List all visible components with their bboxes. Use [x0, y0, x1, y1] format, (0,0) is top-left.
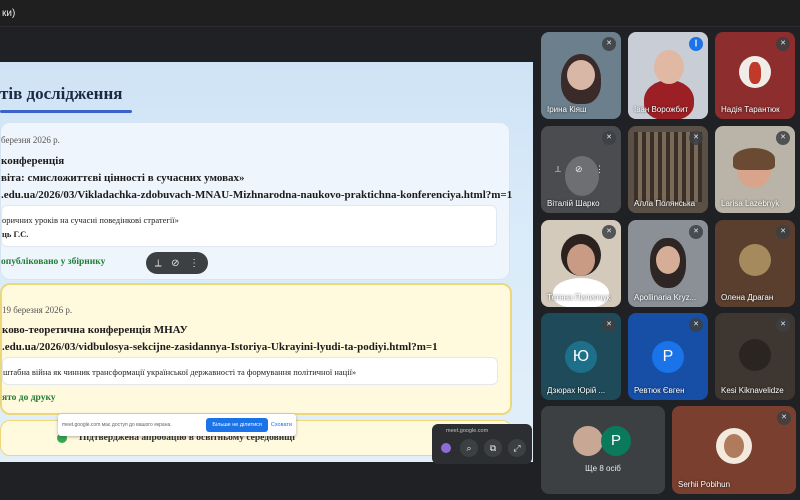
card-url-link[interactable]: .edu.ua/2026/03/Vikladachka-zdobuvach-MN…	[1, 189, 512, 201]
pip-label: meet.google.com	[446, 428, 489, 434]
card-status: опубліковано у збірнику	[1, 257, 106, 267]
unpin-icon[interactable]: ⟂	[155, 258, 162, 269]
participant-name: Kesi Kiknavelidze	[721, 386, 784, 395]
participant-hair	[733, 148, 775, 170]
card-status: ято до друку	[2, 393, 56, 403]
avatar: Р	[652, 341, 684, 373]
avatar	[573, 426, 603, 456]
participant-face	[656, 246, 680, 274]
pin-icon[interactable]: ⟂	[555, 164, 561, 175]
mic-off-icon: ✕	[776, 131, 790, 145]
mic-off-icon: ✕	[777, 411, 791, 425]
participant-tile[interactable]: ✕ Kesi Kiknavelidze	[715, 313, 795, 400]
participant-video	[565, 156, 599, 196]
hide-button[interactable]: Сховати	[271, 422, 292, 428]
mic-off-icon: ✕	[602, 225, 616, 239]
mic-off-icon: ✕	[689, 131, 703, 145]
participant-name: Ревтюк Євген	[634, 386, 685, 395]
tile-controls: ⟂ ⊘ ⋮	[146, 252, 208, 274]
share-message: meet.google.com має доступ до вашого екр…	[62, 422, 172, 428]
card-type: ково-теоретична конференція МНАУ	[2, 324, 188, 336]
divider	[0, 26, 800, 27]
more-options-icon[interactable]: ⋮	[595, 164, 604, 175]
avatar	[739, 244, 771, 276]
participant-name: Іван Ворожбит	[634, 105, 689, 114]
participant-tile[interactable]: ✕ Надія Тарантюк	[715, 32, 795, 119]
avatar: Р	[601, 426, 631, 456]
card-date: березня 2026 р.	[1, 135, 60, 145]
participant-tile[interactable]: ✕ ⟂ ⊘ ⋮ Віталій Шарко	[541, 126, 621, 213]
participant-tile[interactable]: ✕ Олена Драган	[715, 220, 795, 307]
participant-tile[interactable]: ∥ Іван Ворожбит	[628, 32, 708, 119]
open-external-icon[interactable]: ⧉	[484, 439, 502, 457]
mute-icon[interactable]: ⊘	[171, 258, 179, 269]
card-date: 19 березня 2026 р.	[2, 305, 73, 315]
card-theme: віта: смисложиттєві цінності в сучасних …	[1, 172, 245, 184]
participant-name: Ірина Кіяш	[547, 105, 587, 114]
participant-name: Олена Драган	[721, 293, 774, 302]
participant-face	[567, 60, 595, 90]
mic-off-icon: ✕	[776, 225, 790, 239]
mic-off-icon: ✕	[602, 131, 616, 145]
title-underline	[0, 110, 132, 113]
card-type: конференція	[1, 155, 65, 167]
participant-tile[interactable]: ✕ Serhii Pobihun	[672, 406, 796, 494]
mic-off-icon: ✕	[776, 37, 790, 51]
window-title-bar: ки)	[0, 0, 800, 26]
participant-tile[interactable]: ✕ Алла Полянська	[628, 126, 708, 213]
participant-name: Larisa Lazebnyk	[721, 199, 780, 208]
participant-tile[interactable]: Ю ✕ Дзюрах Юрій ...	[541, 313, 621, 400]
participant-tile[interactable]: ✕ Ірина Кіяш	[541, 32, 621, 119]
participant-name: Дзюрах Юрій ...	[547, 386, 606, 395]
conference-card: 19 березня 2026 р. ково-теоретична конфе…	[0, 283, 512, 415]
participant-name: Віталій Шарко	[547, 199, 600, 208]
speaking-icon: ∥	[689, 37, 703, 51]
mic-off-icon: ✕	[689, 225, 703, 239]
paper-box: оричних уроків на сучасні поведінкові ст…	[1, 205, 497, 247]
mic-off-icon: ✕	[776, 318, 790, 332]
participant-face	[567, 244, 595, 276]
conference-card: березня 2026 р. конференція віта: смисло…	[0, 122, 512, 280]
paper-title: штабна війна як чинник трансформації укр…	[3, 367, 357, 377]
participant-name: Apollinaria Kryz...	[634, 293, 697, 302]
participant-name: Тетяна Пилипчук	[547, 293, 611, 302]
avatar: Ю	[565, 341, 597, 373]
participant-tile[interactable]: ✕ Apollinaria Kryz...	[628, 220, 708, 307]
more-participants-label: Ще 8 осіб	[585, 464, 621, 473]
participant-tile[interactable]: Р ✕ Ревтюк Євген	[628, 313, 708, 400]
paper-title: оричних уроків на сучасні поведінкові ст…	[2, 215, 179, 225]
mic-off-icon: ✕	[689, 318, 703, 332]
stop-sharing-button[interactable]: Більше не ділитися	[206, 418, 268, 432]
avatar-figure	[749, 62, 761, 84]
mic-off-icon: ✕	[602, 37, 616, 51]
window-title: ки)	[2, 8, 16, 19]
section-title: тів дослідження	[0, 84, 123, 103]
screen-share-notification: meet.google.com має доступ до вашого екр…	[58, 414, 296, 436]
mic-off-icon: ✕	[602, 318, 616, 332]
shared-screen: тів дослідження березня 2026 р. конферен…	[0, 62, 533, 462]
more-options-icon[interactable]: ⋮	[189, 258, 199, 269]
paper-box: штабна війна як чинник трансформації укр…	[2, 357, 498, 385]
card-url-link[interactable]: .edu.ua/2026/03/vidbulosya-sekcijne-zasi…	[2, 341, 438, 353]
paper-authors: ць Г.С.	[2, 229, 29, 239]
participant-name: Serhii Pobihun	[678, 480, 731, 489]
expand-icon[interactable]: ⤢	[508, 439, 526, 457]
participant-name: Алла Полянська	[634, 199, 696, 208]
participant-name: Надія Тарантюк	[721, 105, 780, 114]
more-participants-tile[interactable]: Р Ще 8 осіб	[541, 406, 665, 494]
avatar-face	[724, 434, 744, 458]
participant-tile[interactable]: ✕ Larisa Lazebnyk	[715, 126, 795, 213]
avatar	[441, 443, 451, 453]
zoom-icon[interactable]: ⌕	[460, 439, 478, 457]
participant-face	[654, 50, 684, 84]
avatar	[739, 339, 771, 371]
participant-tile[interactable]: ✕ Тетяна Пилипчук	[541, 220, 621, 307]
mute-icon[interactable]: ⊘	[575, 164, 583, 175]
